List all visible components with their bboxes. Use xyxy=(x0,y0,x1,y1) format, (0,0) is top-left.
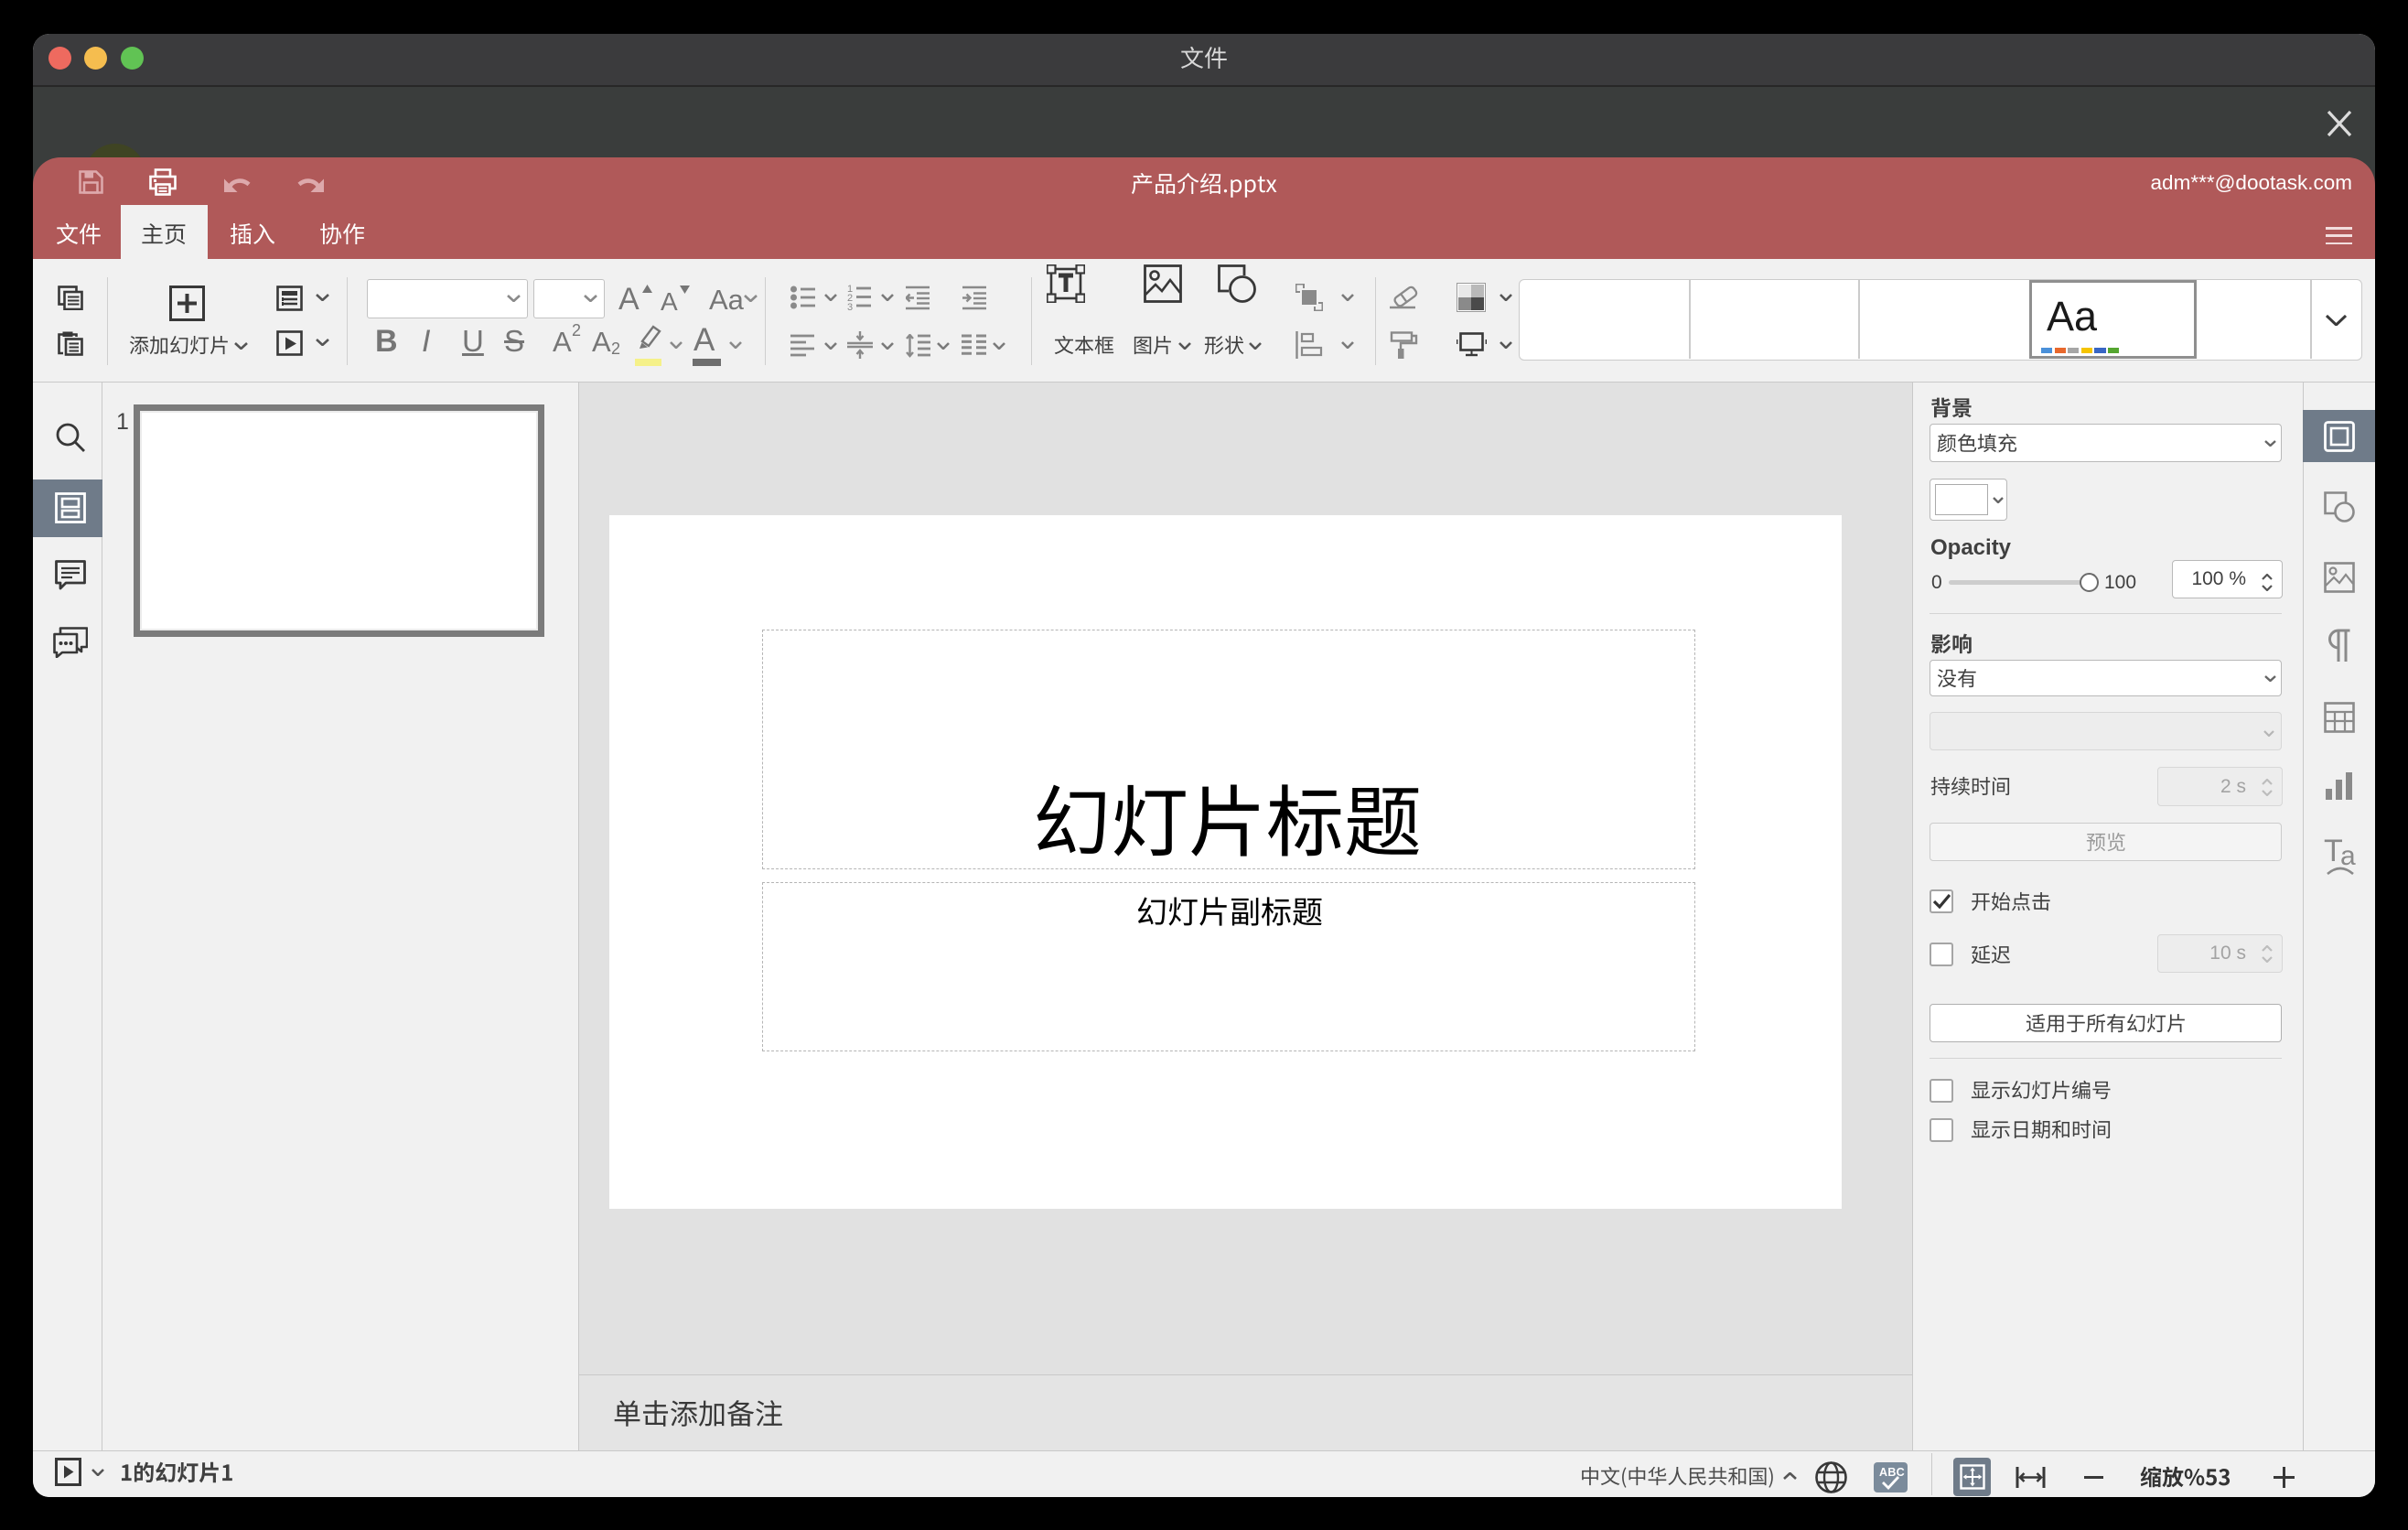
svg-text:3: 3 xyxy=(847,302,853,311)
